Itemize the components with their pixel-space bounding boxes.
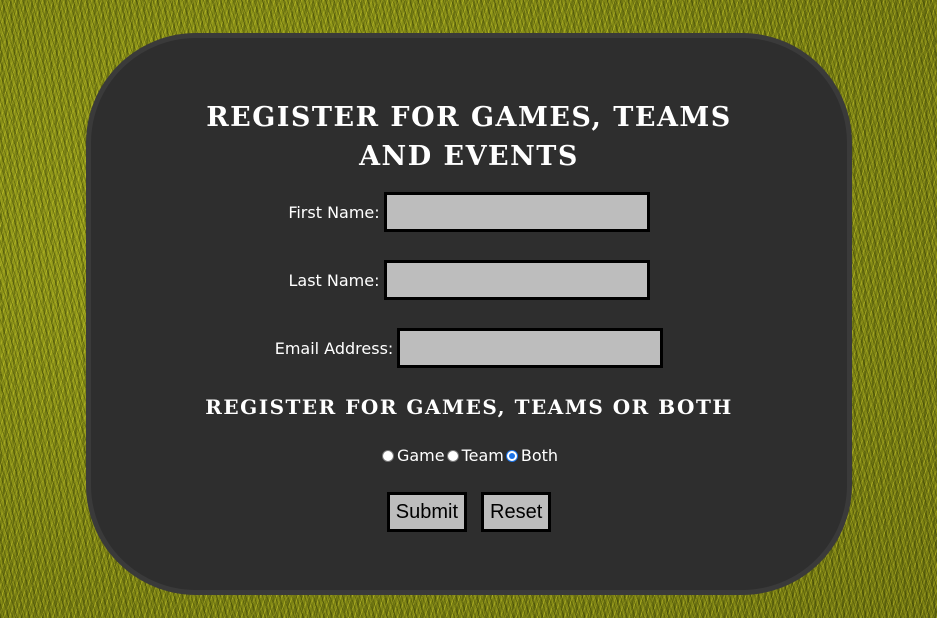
reset-button[interactable]: Reset bbox=[481, 492, 552, 532]
first-name-row: First Name: bbox=[91, 192, 847, 232]
last-name-row: Last Name: bbox=[91, 260, 847, 300]
option-both-label: Both bbox=[520, 446, 559, 465]
form-title: REGISTER FOR GAMES, TEAMS AND EVENTS bbox=[206, 102, 732, 172]
email-row: Email Address: bbox=[91, 328, 847, 368]
option-team-label: Team bbox=[461, 446, 504, 465]
option-game-label: Game bbox=[396, 446, 445, 465]
first-name-input[interactable] bbox=[383, 192, 650, 232]
option-both[interactable]: Both bbox=[504, 446, 558, 465]
radio-team[interactable] bbox=[446, 449, 459, 462]
submit-button[interactable]: Submit bbox=[386, 492, 467, 532]
choice-title: REGISTER FOR GAMES, TEAMS OR BOTH bbox=[205, 395, 733, 419]
registration-type-group: Game Team Both bbox=[91, 446, 847, 465]
first-name-label: First Name: bbox=[288, 202, 380, 222]
radio-game[interactable] bbox=[381, 449, 394, 462]
button-row: Submit Reset bbox=[91, 492, 847, 532]
registration-card: REGISTER FOR GAMES, TEAMS AND EVENTS Fir… bbox=[86, 33, 852, 595]
option-team[interactable]: Team bbox=[445, 446, 504, 465]
email-label: Email Address: bbox=[274, 338, 394, 358]
radio-both[interactable] bbox=[505, 449, 518, 462]
email-input[interactable] bbox=[397, 328, 664, 368]
option-game[interactable]: Game bbox=[380, 446, 445, 465]
last-name-label: Last Name: bbox=[288, 270, 380, 290]
last-name-input[interactable] bbox=[383, 260, 650, 300]
